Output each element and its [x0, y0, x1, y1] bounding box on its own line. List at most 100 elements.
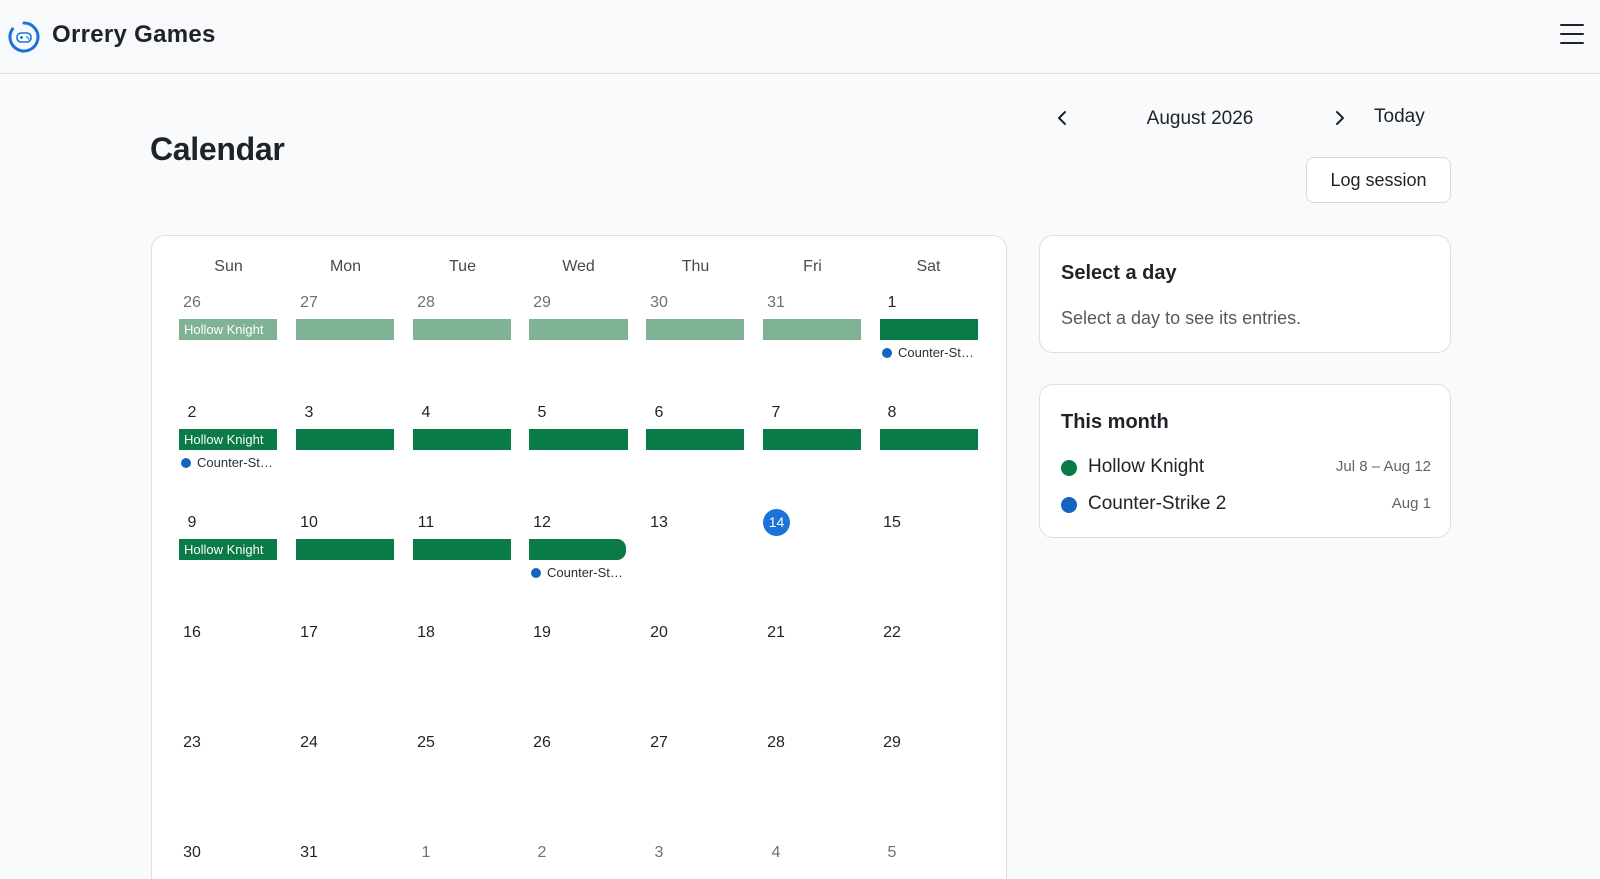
counter-strike-dot-icon [882, 347, 892, 358]
counter-strike-dot-icon [531, 567, 541, 578]
legend-date-range: Jul 8 – Aug 12 [1335, 458, 1431, 475]
day-cell[interactable]: 29 [527, 294, 557, 312]
day-cell[interactable]: 24 [294, 734, 324, 752]
day-cell[interactable]: 4 [761, 844, 791, 862]
hollow-knight-bar[interactable] [763, 429, 861, 450]
hollow-knight-bar[interactable] [646, 319, 744, 340]
day-cell[interactable]: 12 [527, 514, 557, 532]
day-cell[interactable]: 18 [411, 624, 441, 642]
day-cell[interactable]: 3 [644, 844, 674, 862]
chevron-right-icon [1336, 111, 1344, 125]
weekday-header: Mon [329, 258, 362, 275]
counter-strike-dot-icon [1061, 497, 1077, 513]
day-cell[interactable]: 27 [644, 734, 674, 752]
day-cell[interactable]: 2 [527, 844, 557, 862]
day-cell[interactable]: 22 [877, 624, 907, 642]
day-cell[interactable]: 15 [877, 514, 907, 532]
hollow-knight-bar[interactable] [296, 539, 394, 560]
page-title: Calendar [150, 131, 285, 167]
day-cell[interactable]: 25 [411, 734, 441, 752]
select-day-title: Select a day [1061, 262, 1177, 284]
weekday-header: Thu [681, 258, 710, 275]
day-cell[interactable]: 5 [527, 404, 557, 422]
day-cell[interactable]: 28 [411, 294, 441, 312]
day-cell[interactable]: 5 [877, 844, 907, 862]
next-month-button[interactable] [1326, 104, 1354, 132]
hollow-knight-bar[interactable] [413, 429, 511, 450]
hollow-knight-dot-icon [1061, 460, 1077, 476]
hollow-knight-bar[interactable] [529, 429, 628, 450]
this-month-card: This month Hollow Knight Jul 8 – Aug 12 … [1039, 384, 1451, 538]
hollow-knight-bar[interactable] [296, 319, 394, 340]
this-month-title: This month [1061, 411, 1169, 433]
hollow-knight-bar[interactable] [413, 319, 511, 340]
hollow-knight-bar[interactable] [646, 429, 744, 450]
day-cell[interactable]: 30 [644, 294, 674, 312]
select-day-card: Select a day Select a day to see its ent… [1039, 235, 1451, 353]
counter-strike-entry[interactable]: Counter-St… [181, 455, 273, 470]
counter-strike-entry[interactable]: Counter-St… [882, 345, 974, 360]
counter-strike-entry[interactable]: Counter-St… [531, 565, 623, 580]
legend-name: Hollow Knight [1088, 456, 1205, 477]
day-cell[interactable]: 27 [294, 294, 324, 312]
today-button[interactable]: Today [1374, 106, 1425, 128]
log-session-button[interactable]: Log session [1306, 157, 1451, 203]
day-cell[interactable]: 20 [644, 624, 674, 642]
counter-strike-dot-icon [181, 457, 191, 468]
day-cell[interactable]: 17 [294, 624, 324, 642]
day-cell[interactable]: 8 [877, 404, 907, 422]
hamburger-menu-icon[interactable] [1560, 24, 1584, 46]
hollow-knight-bar[interactable] [529, 539, 626, 560]
day-cell[interactable]: 1 [411, 844, 441, 862]
day-cell[interactable]: 1 [877, 294, 907, 312]
day-cell[interactable]: 7 [761, 404, 791, 422]
day-cell[interactable]: 31 [294, 844, 324, 862]
hollow-knight-bar[interactable] [763, 319, 861, 340]
day-cell-today[interactable]: 14 [763, 509, 790, 536]
day-cell[interactable]: 6 [644, 404, 674, 422]
hollow-knight-bar[interactable] [413, 539, 511, 560]
hollow-knight-bar[interactable] [296, 429, 394, 450]
day-cell[interactable]: 23 [177, 734, 207, 752]
hollow-knight-bar[interactable] [880, 429, 978, 450]
day-cell[interactable]: 4 [411, 404, 441, 422]
legend-item-counter-strike[interactable]: Counter-Strike 2 Aug 1 [1061, 493, 1431, 517]
legend-item-hollow-knight[interactable]: Hollow Knight Jul 8 – Aug 12 [1061, 456, 1431, 480]
day-cell[interactable]: 28 [761, 734, 791, 752]
weekday-header: Tue [449, 258, 476, 275]
day-cell[interactable]: 2 [177, 404, 207, 422]
legend-date-range: Aug 1 [1391, 495, 1431, 512]
previous-month-button[interactable] [1048, 104, 1076, 132]
day-cell[interactable]: 26 [177, 294, 207, 312]
controller-logo-icon[interactable] [7, 20, 41, 54]
brand-name[interactable]: Orrery Games [52, 21, 216, 49]
day-cell[interactable]: 9 [177, 514, 207, 532]
day-cell[interactable]: 29 [877, 734, 907, 752]
day-cell[interactable]: 3 [294, 404, 324, 422]
month-label: August 2026 [1146, 108, 1254, 129]
entry-label: Counter-St… [547, 565, 623, 580]
day-cell[interactable]: 16 [177, 624, 207, 642]
chevron-left-icon [1058, 111, 1066, 125]
day-cell[interactable]: 19 [527, 624, 557, 642]
hollow-knight-bar[interactable]: Hollow Knight [179, 319, 277, 340]
select-day-message: Select a day to see its entries. [1061, 308, 1302, 328]
hollow-knight-bar[interactable]: Hollow Knight [179, 539, 277, 560]
weekday-header: Sat [916, 258, 941, 275]
day-cell[interactable]: 26 [527, 734, 557, 752]
hollow-knight-bar[interactable] [880, 319, 978, 340]
entry-label: Counter-St… [197, 455, 273, 470]
top-bar: Orrery Games [0, 0, 1600, 74]
weekday-header: Wed [562, 258, 595, 275]
entry-label: Counter-St… [898, 345, 974, 360]
hollow-knight-bar[interactable]: Hollow Knight [179, 429, 277, 450]
day-cell[interactable]: 21 [761, 624, 791, 642]
day-cell[interactable]: 31 [761, 294, 791, 312]
hollow-knight-bar[interactable] [529, 319, 628, 340]
day-cell[interactable]: 13 [644, 514, 674, 532]
weekday-header: Sun [214, 258, 243, 275]
legend-name: Counter-Strike 2 [1088, 493, 1227, 514]
day-cell[interactable]: 10 [294, 514, 324, 532]
day-cell[interactable]: 30 [177, 844, 207, 862]
day-cell[interactable]: 11 [411, 514, 441, 532]
